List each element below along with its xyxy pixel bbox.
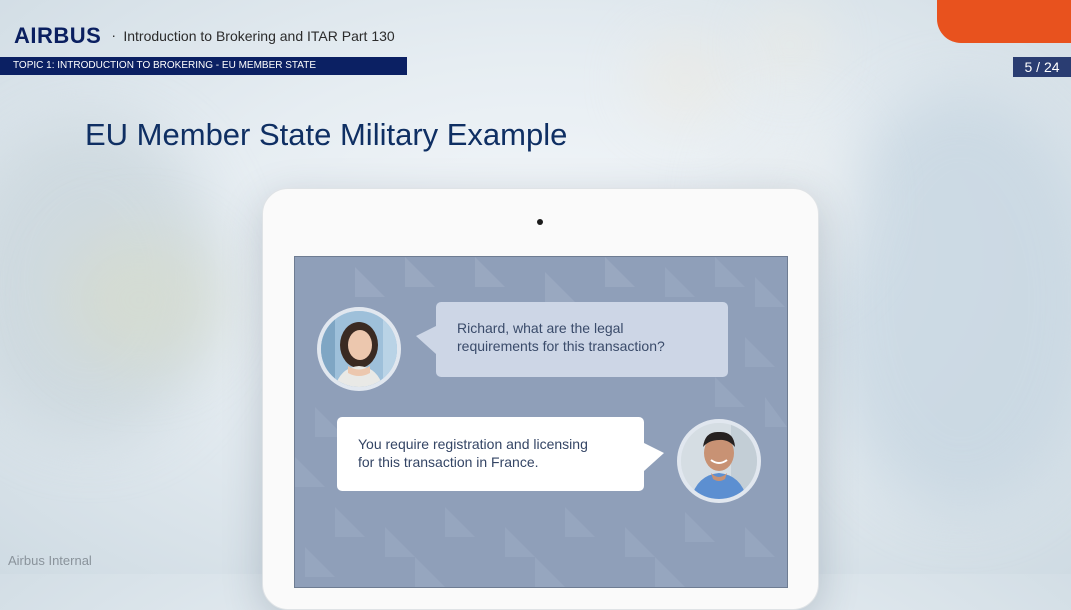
slide-title: EU Member State Military Example [85, 117, 568, 152]
tablet-camera [537, 219, 543, 225]
course-title: Introduction to Brokering and ITAR Part … [111, 27, 394, 44]
background-blur [640, 40, 730, 120]
background-blur [821, 90, 1071, 510]
airbus-logo: AIRBUS [14, 23, 102, 48]
classification-label: Airbus Internal [8, 553, 92, 568]
answer-bubble: You require registration and licensing f… [337, 417, 664, 491]
question-line-2: requirements for this transaction? [457, 338, 665, 354]
menu-tab[interactable] [937, 0, 1071, 43]
question-line-1: Richard, what are the legal [457, 320, 624, 336]
man-avatar [677, 419, 761, 503]
chat-screen: Richard, what are the legal requirements… [294, 256, 788, 588]
answer-line-1: You require registration and licensing [358, 436, 588, 452]
header: AIRBUS Introduction to Brokering and ITA… [14, 23, 395, 49]
topic-bar: TOPIC 1: INTRODUCTION TO BROKERING - EU … [0, 57, 407, 75]
background-blur [60, 230, 220, 370]
answer-line-2: for this transaction in France. [358, 454, 539, 470]
page-counter: 5 / 24 [1013, 57, 1071, 77]
woman-avatar [317, 307, 401, 391]
question-bubble: Richard, what are the legal requirements… [416, 302, 728, 377]
background-blur [760, 15, 820, 75]
